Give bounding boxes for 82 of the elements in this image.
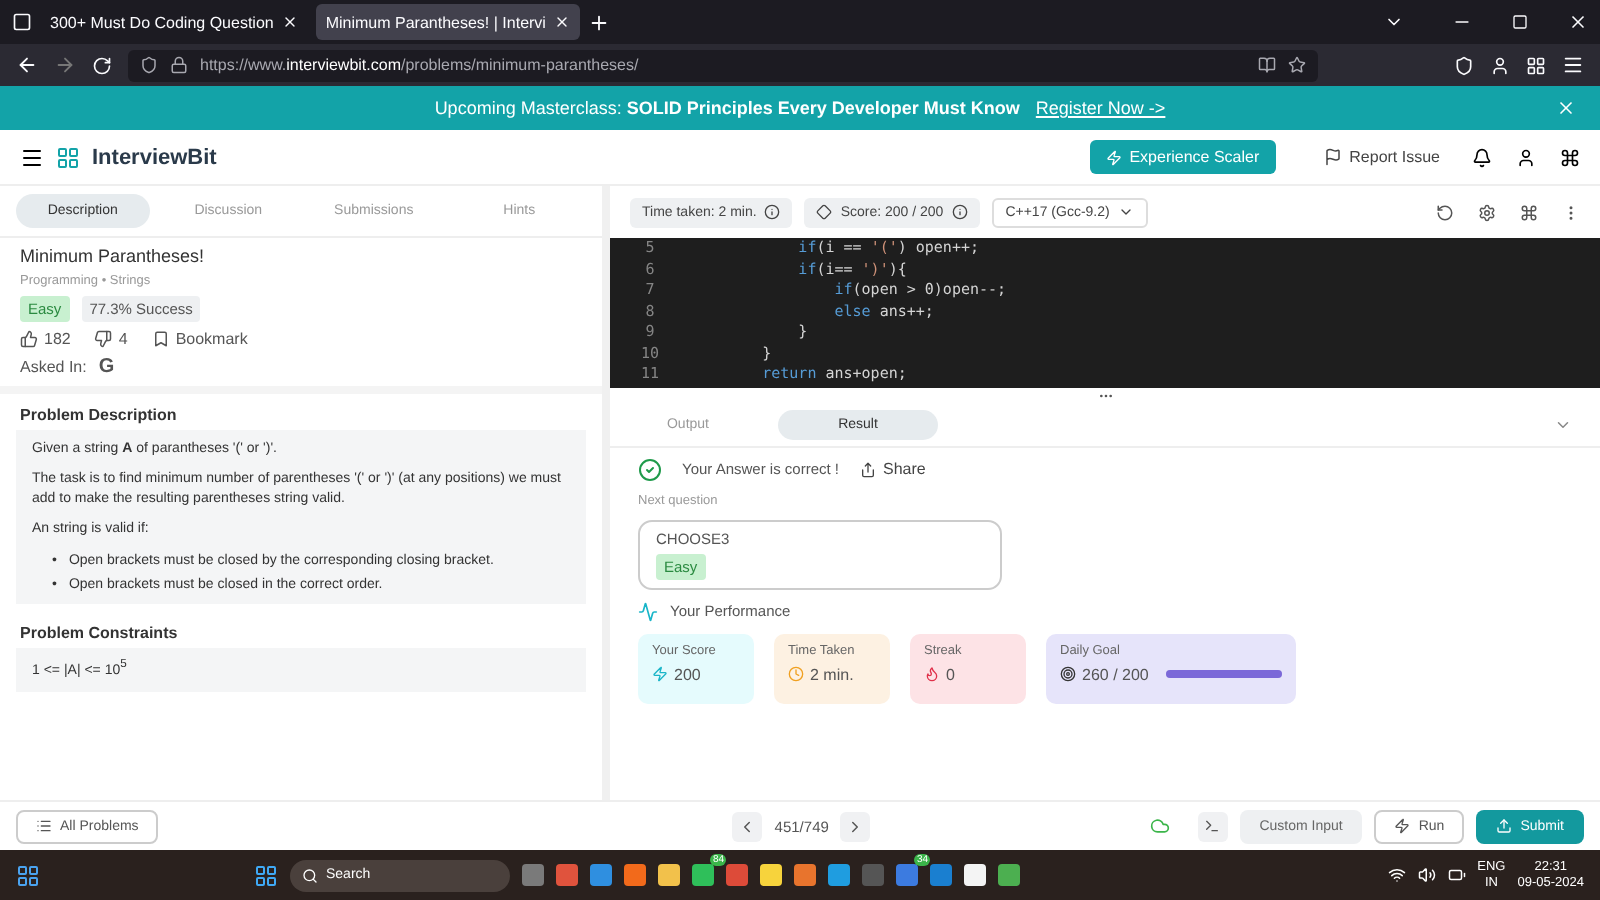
upload-icon [1496, 818, 1513, 834]
new-tab-icon[interactable] [587, 11, 610, 33]
terminal-button[interactable] [1197, 811, 1228, 841]
close-tab-icon[interactable] [553, 14, 570, 30]
stat-icon [652, 666, 668, 682]
stat-icon [788, 666, 804, 682]
start-icon[interactable] [254, 863, 278, 887]
extensions-icon[interactable] [1526, 55, 1546, 75]
account-icon[interactable] [1490, 55, 1510, 75]
stat-icon [924, 666, 940, 682]
shortcuts-icon[interactable] [1520, 203, 1538, 221]
next-button[interactable] [840, 811, 871, 841]
caret-icon [1117, 204, 1134, 220]
stat-value: 2 min. [810, 665, 854, 683]
battery-icon[interactable] [1447, 866, 1466, 884]
lightning-icon [1105, 149, 1122, 165]
diamond-icon [816, 204, 833, 220]
like-button[interactable]: 182 [20, 330, 71, 348]
flag-icon [1323, 148, 1342, 166]
taskbar-app-icon[interactable] [794, 864, 816, 886]
stat-value: 260 / 200 [1082, 665, 1149, 683]
logo[interactable]: InterviewBit [92, 145, 217, 169]
stat-value: 0 [946, 665, 955, 683]
shield-icon [140, 56, 158, 74]
taskbar-app-icon[interactable] [998, 864, 1020, 886]
reload-icon[interactable] [92, 55, 112, 75]
reset-icon[interactable] [1436, 203, 1454, 221]
browser-tab[interactable]: 300+ Must Do Coding Question [40, 4, 308, 40]
problem-title: Minimum Parantheses! [20, 246, 207, 266]
company-logo: G [98, 356, 115, 378]
logo-icon [56, 145, 80, 169]
taskbar-app-icon[interactable] [930, 864, 952, 886]
menu-icon[interactable] [1562, 54, 1584, 76]
forward-icon[interactable] [54, 54, 76, 76]
wifi-icon[interactable] [1387, 866, 1406, 884]
taskbar-app-icon[interactable] [590, 864, 612, 886]
taskbar-app-icon[interactable] [658, 864, 680, 886]
terminal-icon [1204, 818, 1221, 834]
tab-overview-icon[interactable] [12, 12, 32, 32]
cloud-saved-icon [1149, 816, 1170, 836]
banner-text: Upcoming Masterclass: SOLID Principles Every Developer Must Know [434, 98, 1020, 118]
taskbar-app-icon[interactable] [726, 864, 748, 886]
reader-view-icon[interactable] [1258, 56, 1276, 74]
info-icon[interactable] [951, 204, 968, 220]
taskbar-app-icon[interactable] [522, 864, 544, 886]
section-heading: Problem Constraints [18, 621, 180, 646]
thumbs-up-icon [20, 330, 38, 348]
taskbar-app-icon[interactable] [624, 864, 646, 886]
notification-icon[interactable] [1472, 147, 1492, 167]
thumbs-down-icon [94, 330, 113, 348]
taskbar-app-icon[interactable] [964, 864, 986, 886]
share-icon [859, 461, 876, 477]
success-check-icon [638, 457, 662, 481]
previous-button[interactable] [732, 811, 763, 841]
restore-icon[interactable] [1512, 14, 1528, 30]
lock-icon [170, 56, 188, 74]
back-icon[interactable] [16, 54, 38, 76]
asked-in-label: Asked In: [20, 358, 87, 376]
browser-tab[interactable]: Minimum Parantheses! | Intervi [315, 4, 580, 40]
taskbar-app-icon[interactable] [828, 864, 850, 886]
star-icon[interactable] [1288, 56, 1306, 74]
dislike-button[interactable]: 4 [94, 330, 128, 348]
stat-value: 200 [674, 665, 701, 683]
volume-icon[interactable] [1417, 866, 1436, 884]
search-icon [302, 867, 318, 883]
address-field[interactable]: https://www.interviewbit.com/problems/minimum-parantheses/ [128, 49, 1318, 81]
info-icon[interactable] [764, 204, 781, 220]
close-icon[interactable] [1568, 12, 1588, 32]
performance-icon [638, 601, 658, 621]
share-button[interactable]: Share [859, 460, 926, 478]
widgets-icon[interactable] [16, 863, 40, 887]
bookmark-button[interactable]: Bookmark [151, 330, 248, 348]
close-tab-icon[interactable] [281, 14, 298, 30]
report-issue-button[interactable]: Report Issue [1323, 148, 1440, 166]
taskbar-app-icon[interactable] [760, 864, 782, 886]
list-icon [36, 818, 52, 834]
menu-icon[interactable] [20, 145, 44, 169]
taskbar-app-icon[interactable] [556, 864, 578, 886]
profile-icon[interactable] [1516, 147, 1536, 167]
stat-icon [1060, 666, 1076, 682]
lightning-icon [1394, 818, 1411, 834]
bookmark-icon [151, 330, 170, 348]
